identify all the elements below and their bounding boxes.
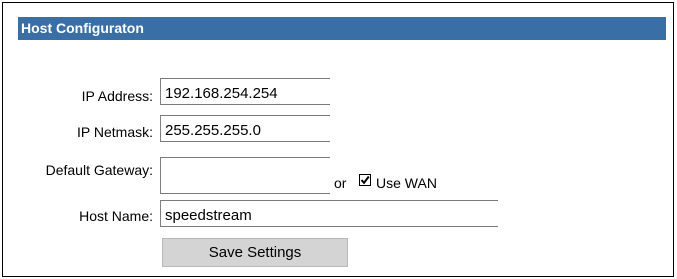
host-name-input[interactable] [160, 200, 498, 227]
ip-netmask-label: IP Netmask: [77, 124, 153, 140]
panel-title: Host Configuraton [18, 17, 666, 40]
ip-address-label: IP Address: [81, 88, 153, 104]
use-wan-checkbox[interactable] [359, 174, 371, 186]
checkmark-icon [360, 175, 370, 185]
ip-address-input[interactable] [160, 78, 330, 105]
save-settings-button[interactable]: Save Settings [162, 238, 348, 267]
default-gateway-label: Default Gateway: [45, 162, 153, 178]
ip-netmask-input[interactable] [160, 115, 330, 142]
host-name-label: Host Name: [79, 208, 153, 224]
default-gateway-input[interactable] [160, 157, 330, 194]
or-text: or [334, 175, 347, 191]
use-wan-label: Use WAN [376, 175, 437, 191]
